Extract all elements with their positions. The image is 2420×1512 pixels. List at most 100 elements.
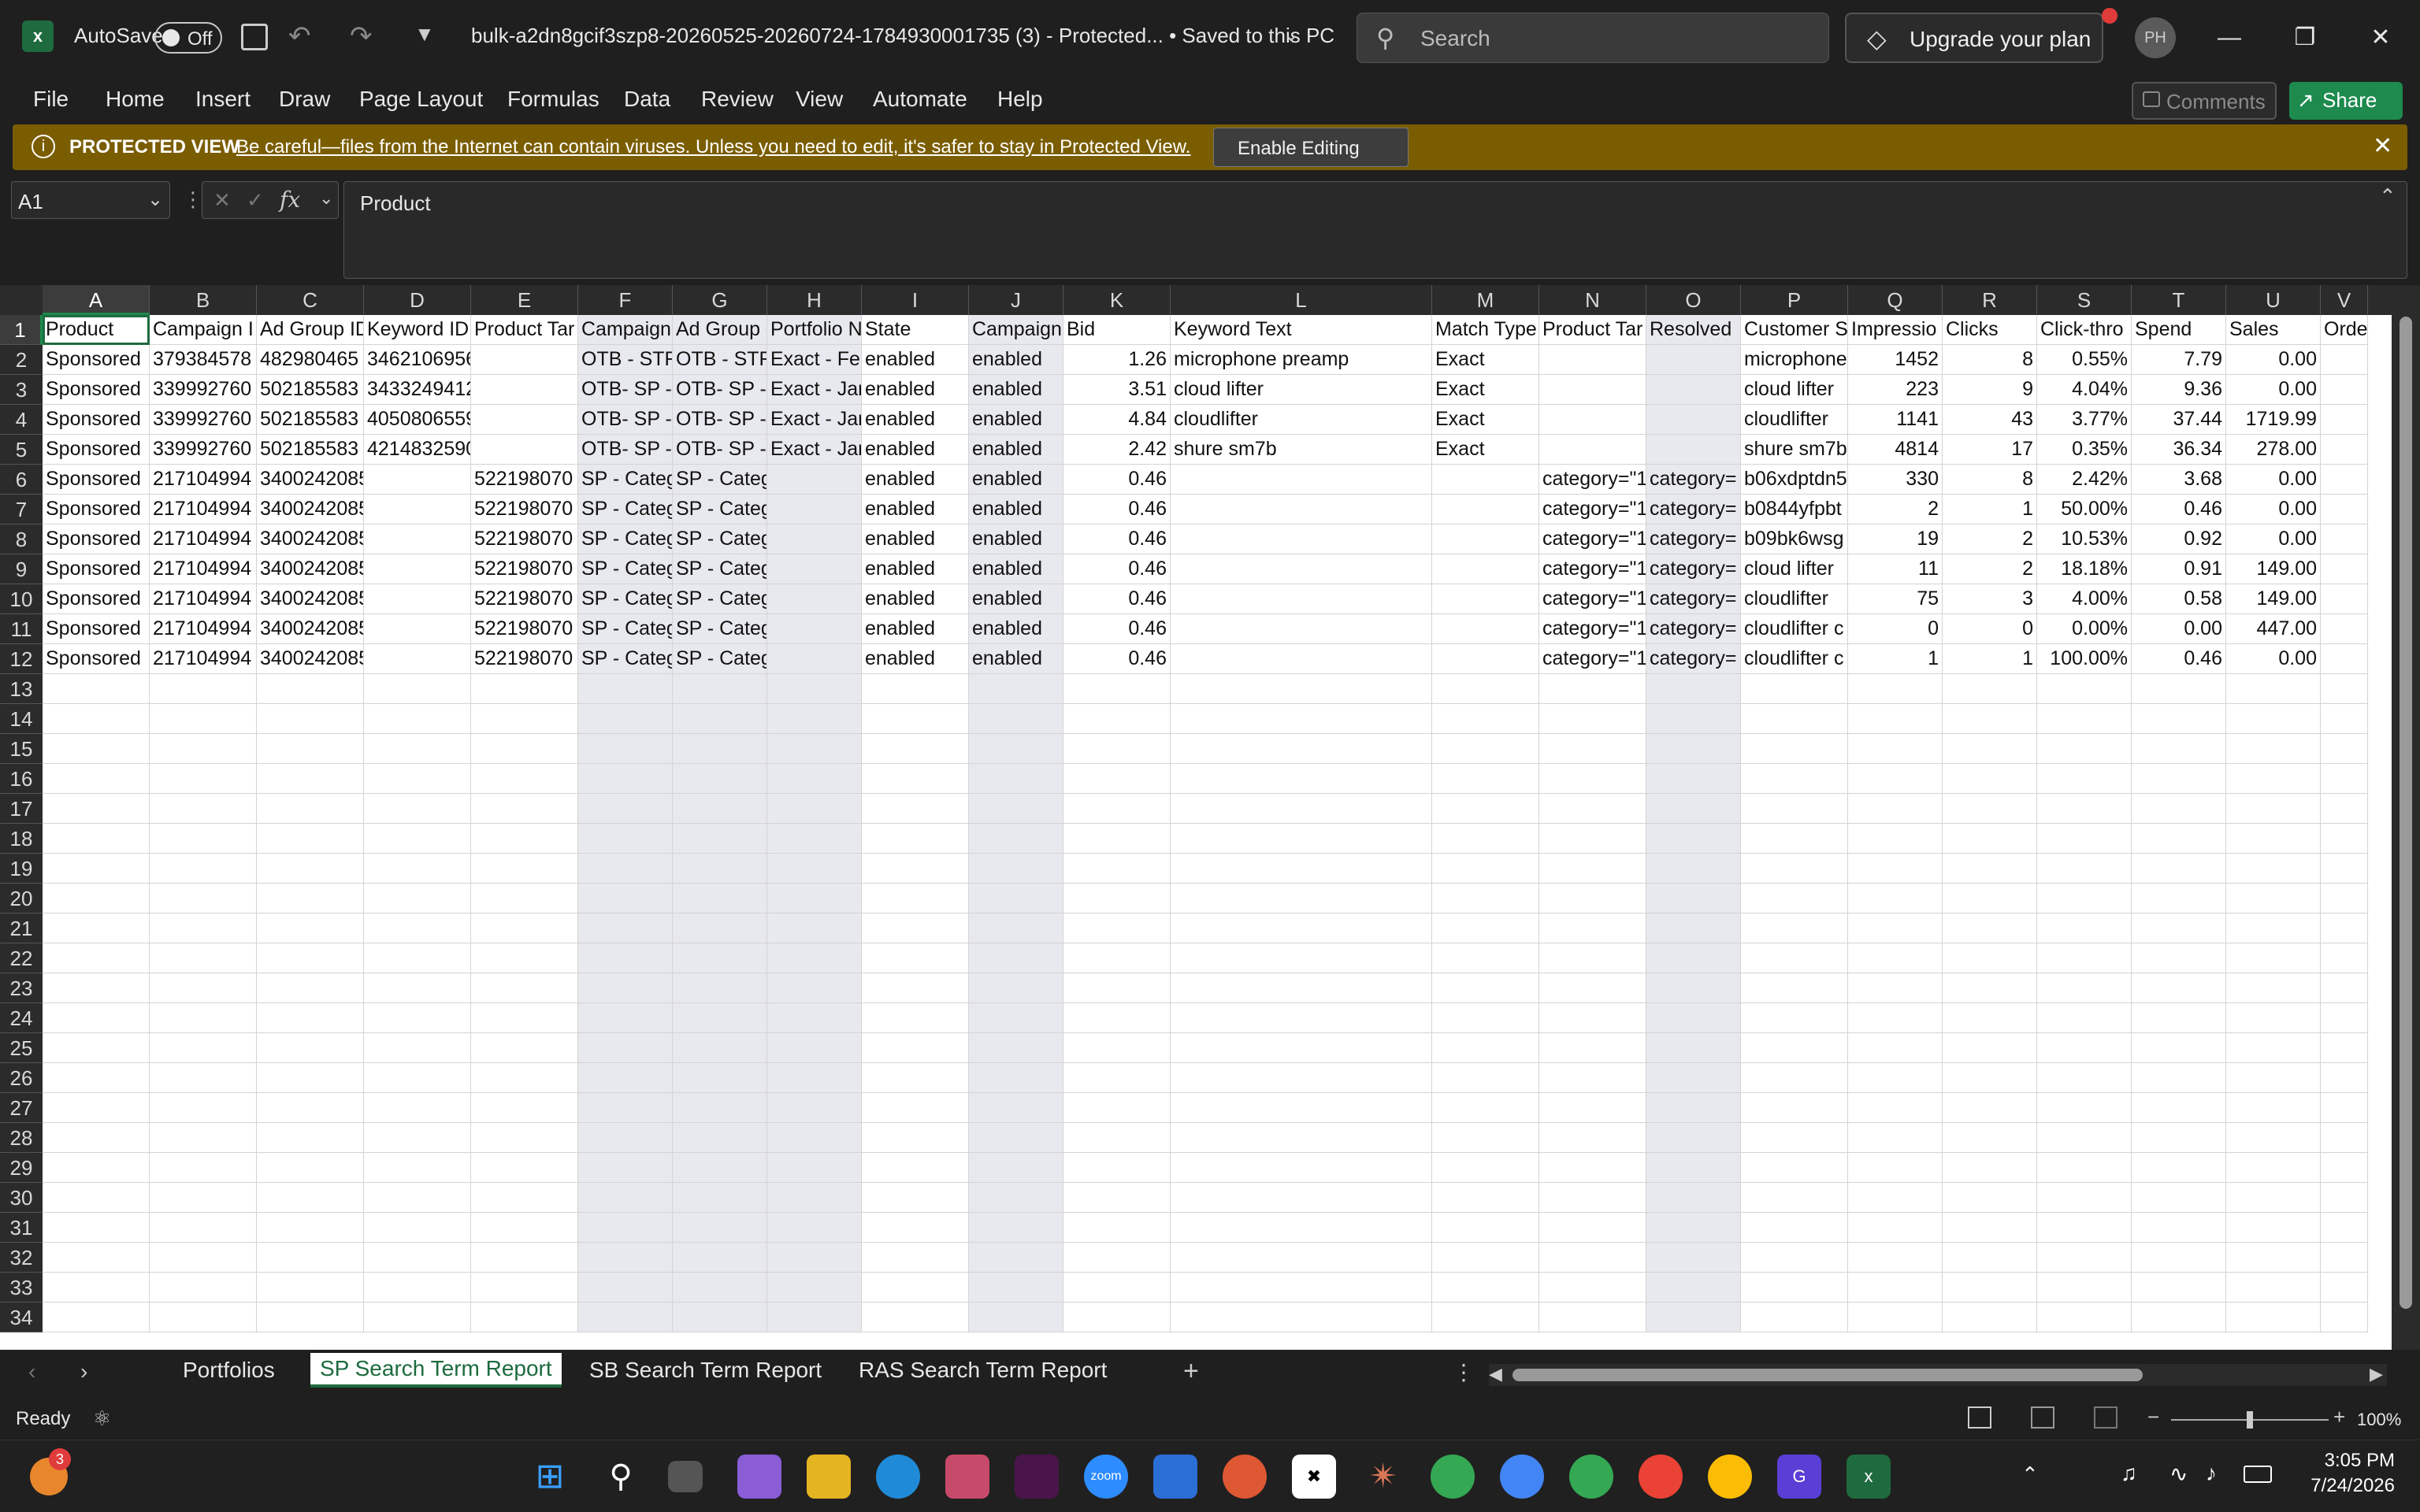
cell-o33[interactable] bbox=[1646, 1273, 1741, 1303]
cell-l33[interactable] bbox=[1171, 1273, 1432, 1303]
cell-i12[interactable]: enabled bbox=[862, 644, 969, 674]
cell-u17[interactable] bbox=[2226, 794, 2321, 824]
cell-l26[interactable] bbox=[1171, 1063, 1432, 1093]
cell-e28[interactable] bbox=[471, 1123, 578, 1153]
column-header-h[interactable]: H bbox=[767, 285, 862, 315]
cell-m32[interactable] bbox=[1432, 1243, 1539, 1273]
cell-e1[interactable]: Product Tar bbox=[471, 315, 578, 345]
cell-c11[interactable]: 340024208575911 bbox=[257, 614, 364, 644]
cell-g6[interactable]: SP - Category - Jan 2( bbox=[673, 465, 767, 495]
cell-h2[interactable]: Exact - Feb bbox=[767, 345, 862, 375]
zoom-out-icon[interactable]: − bbox=[2147, 1405, 2159, 1429]
cell-a4[interactable]: Sponsored bbox=[43, 405, 150, 435]
cell-j22[interactable] bbox=[969, 943, 1063, 973]
cell-r28[interactable] bbox=[1943, 1123, 2037, 1153]
cell-u4[interactable]: 1719.99 bbox=[2226, 405, 2321, 435]
cell-a33[interactable] bbox=[43, 1273, 150, 1303]
cell-m24[interactable] bbox=[1432, 1003, 1539, 1033]
cell-i15[interactable] bbox=[862, 734, 969, 764]
cell-p21[interactable] bbox=[1741, 914, 1848, 943]
cell-a16[interactable] bbox=[43, 764, 150, 794]
cell-q24[interactable] bbox=[1848, 1003, 1943, 1033]
cell-t3[interactable]: 9.36 bbox=[2132, 375, 2226, 405]
cell-c3[interactable]: 502185583 bbox=[257, 375, 364, 405]
cell-f5[interactable]: OTB- SP - I bbox=[578, 435, 673, 465]
cell-d24[interactable] bbox=[364, 1003, 471, 1033]
cell-f29[interactable] bbox=[578, 1153, 673, 1183]
menu-page-layout[interactable]: Page Layout bbox=[359, 87, 483, 112]
cell-r21[interactable] bbox=[1943, 914, 2037, 943]
share-button[interactable]: ↗ Share bbox=[2289, 82, 2403, 120]
cell-m25[interactable] bbox=[1432, 1033, 1539, 1063]
cell-j2[interactable]: enabled bbox=[969, 345, 1063, 375]
cell-p20[interactable] bbox=[1741, 884, 1848, 914]
cell-a28[interactable] bbox=[43, 1123, 150, 1153]
cell-c34[interactable] bbox=[257, 1303, 364, 1332]
cell-r12[interactable]: 1 bbox=[1943, 644, 2037, 674]
cell-f34[interactable] bbox=[578, 1303, 673, 1332]
cell-g22[interactable] bbox=[673, 943, 767, 973]
system-clock[interactable]: 3:05 PM 7/24/2026 bbox=[2292, 1450, 2395, 1497]
cell-h13[interactable] bbox=[767, 674, 862, 704]
cell-t4[interactable]: 37.44 bbox=[2132, 405, 2226, 435]
cell-u12[interactable]: 0.00 bbox=[2226, 644, 2321, 674]
cell-o2[interactable] bbox=[1646, 345, 1741, 375]
cell-t22[interactable] bbox=[2132, 943, 2226, 973]
cell-q18[interactable] bbox=[1848, 824, 1943, 854]
cell-k25[interactable] bbox=[1063, 1033, 1171, 1063]
cell-m10[interactable] bbox=[1432, 584, 1539, 614]
column-header-b[interactable]: B bbox=[150, 285, 257, 315]
cell-e13[interactable] bbox=[471, 674, 578, 704]
cell-m29[interactable] bbox=[1432, 1153, 1539, 1183]
cell-m14[interactable] bbox=[1432, 704, 1539, 734]
cell-h11[interactable] bbox=[767, 614, 862, 644]
chrome-icon[interactable] bbox=[1639, 1455, 1683, 1499]
cell-b20[interactable] bbox=[150, 884, 257, 914]
cell-d25[interactable] bbox=[364, 1033, 471, 1063]
cell-s21[interactable] bbox=[2037, 914, 2132, 943]
cell-c26[interactable] bbox=[257, 1063, 364, 1093]
cell-b4[interactable]: 339992760 bbox=[150, 405, 257, 435]
cell-q34[interactable] bbox=[1848, 1303, 1943, 1332]
cell-e2[interactable] bbox=[471, 345, 578, 375]
cell-q32[interactable] bbox=[1848, 1243, 1943, 1273]
cell-t1[interactable]: Spend bbox=[2132, 315, 2226, 345]
cell-k17[interactable] bbox=[1063, 794, 1171, 824]
cell-k28[interactable] bbox=[1063, 1123, 1171, 1153]
close-icon[interactable]: ✕ bbox=[2357, 14, 2404, 61]
cell-i34[interactable] bbox=[862, 1303, 969, 1332]
cell-b11[interactable]: 217104994 bbox=[150, 614, 257, 644]
cell-m8[interactable] bbox=[1432, 524, 1539, 554]
cell-v7[interactable] bbox=[2321, 495, 2368, 524]
cell-n23[interactable] bbox=[1539, 973, 1646, 1003]
cell-v15[interactable] bbox=[2321, 734, 2368, 764]
cell-i6[interactable]: enabled bbox=[862, 465, 969, 495]
row-header-20[interactable]: 20 bbox=[0, 884, 43, 914]
cell-q14[interactable] bbox=[1848, 704, 1943, 734]
cell-l6[interactable] bbox=[1171, 465, 1432, 495]
cell-n10[interactable]: category="1 bbox=[1539, 584, 1646, 614]
protected-view-message[interactable]: Be careful—files from the Internet can c… bbox=[236, 136, 1190, 158]
cell-i23[interactable] bbox=[862, 973, 969, 1003]
scroll-left-icon[interactable]: ◀ bbox=[1489, 1364, 1502, 1384]
cell-a12[interactable]: Sponsored bbox=[43, 644, 150, 674]
cell-e24[interactable] bbox=[471, 1003, 578, 1033]
cell-t18[interactable] bbox=[2132, 824, 2226, 854]
cell-r15[interactable] bbox=[1943, 734, 2037, 764]
cell-k18[interactable] bbox=[1063, 824, 1171, 854]
cell-n22[interactable] bbox=[1539, 943, 1646, 973]
cell-g23[interactable] bbox=[673, 973, 767, 1003]
row-header-22[interactable]: 22 bbox=[0, 943, 43, 973]
excel-icon[interactable]: x bbox=[1847, 1455, 1891, 1499]
cell-s34[interactable] bbox=[2037, 1303, 2132, 1332]
cell-c25[interactable] bbox=[257, 1033, 364, 1063]
cell-a32[interactable] bbox=[43, 1243, 150, 1273]
cell-n34[interactable] bbox=[1539, 1303, 1646, 1332]
cell-l5[interactable]: shure sm7b bbox=[1171, 435, 1432, 465]
cell-t30[interactable] bbox=[2132, 1183, 2226, 1213]
cell-j31[interactable] bbox=[969, 1213, 1063, 1243]
cell-n27[interactable] bbox=[1539, 1093, 1646, 1123]
cell-n30[interactable] bbox=[1539, 1183, 1646, 1213]
cell-f2[interactable]: OTB - STR bbox=[578, 345, 673, 375]
cell-f33[interactable] bbox=[578, 1273, 673, 1303]
